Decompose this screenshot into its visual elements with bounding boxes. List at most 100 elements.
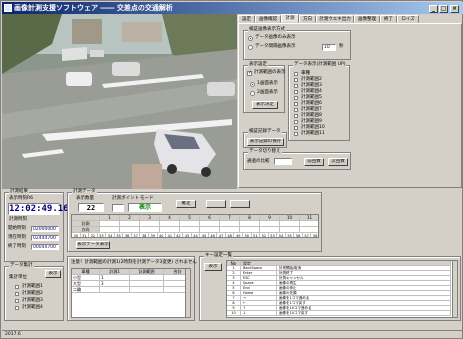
keylist-action[interactable]: 画像を10コマ戻す — [277, 311, 451, 316]
keylist-group: キー設定一覧 表示 No 設定 1 BackSpace 計測開始/取消 2 Enter 計測終… — [199, 253, 461, 321]
two-screen-radio[interactable] — [250, 91, 255, 96]
grid-value-cell: 56 — [294, 233, 303, 237]
close-icon[interactable]: × — [450, 5, 459, 13]
tab-settings[interactable]: 設定 — [238, 15, 255, 23]
display-confirm-button[interactable]: 表示決定 — [252, 101, 278, 109]
keylist-key: ↓ — [241, 311, 277, 316]
time-display: 12:02:49.16 — [8, 203, 69, 215]
measure-data-group: 計測データ 表示数量 22 計測ポイント モード 表示 確定 123456789… — [67, 189, 322, 252]
grid-value-cell: 46 — [208, 233, 218, 237]
range-checkbox-2[interactable] — [294, 78, 298, 82]
disabled-button-1 — [206, 200, 226, 208]
range-checkbox-1[interactable] — [294, 72, 298, 76]
maximize-icon[interactable]: □ — [439, 5, 448, 13]
grid-value-cell: 39 — [148, 233, 158, 237]
tab-exit[interactable]: 終了 — [380, 15, 397, 23]
result-title: 計測結果 — [9, 189, 29, 195]
keylist-grid[interactable]: No 設定 1 BackSpace 計測開始/取消 2 Enter 計測終了 3 ESC 計測キャン… — [226, 260, 458, 318]
video-frame[interactable] — [2, 14, 237, 189]
status-text: 2017.6 — [5, 332, 21, 337]
disabled-button-2 — [230, 200, 250, 208]
count-label-4: 計測範囲4 — [22, 305, 43, 310]
measure-range-checkbox[interactable] — [247, 70, 252, 76]
interval-unit: 秒 — [339, 44, 344, 49]
display-mode-title: 検証画像表示方式 — [248, 27, 286, 33]
start-time-label: 開始時刻 — [8, 226, 26, 231]
summary-cell[interactable]: 二輪 — [72, 287, 100, 293]
range-checkbox-4[interactable] — [294, 90, 298, 94]
tab-image-arrange[interactable]: 画像整理 — [354, 15, 380, 23]
grid-value-cell: 35 — [114, 233, 124, 237]
data-list-button[interactable]: 表示データ表示 — [76, 241, 110, 249]
grid-value-cell: 54 — [277, 233, 286, 237]
keylist-no: 10 — [227, 311, 241, 316]
range-checkbox-3[interactable] — [294, 84, 298, 88]
tab-export[interactable]: 計測ウエキ出力 — [316, 15, 354, 23]
keylist-scrollbar[interactable] — [452, 261, 457, 317]
grid-value-cell: 31 — [80, 233, 90, 237]
prev-button[interactable]: 前回数 — [304, 158, 324, 166]
count-checkbox-4[interactable] — [15, 306, 19, 310]
grid-value-cell: 55 — [285, 233, 295, 237]
count-checkbox-1[interactable] — [15, 285, 19, 289]
app-icon — [4, 4, 12, 12]
range-checkbox-8[interactable] — [294, 114, 298, 118]
save-record-button[interactable]: 表示記録の保存 — [247, 138, 284, 146]
grid-value-cell: 50 — [243, 233, 252, 237]
tab-direction[interactable]: 方向 — [299, 15, 316, 23]
time-label: 表示時刻R6 — [9, 196, 33, 201]
summary-scrollbar[interactable] — [185, 269, 190, 317]
display-opt1-radio[interactable] — [248, 36, 253, 41]
record-file-group: 検証記録データ 表示記録の保存 — [243, 129, 287, 148]
keylist-display-button[interactable]: 表示 — [204, 263, 222, 271]
grid-value-cell: 51 — [251, 233, 261, 237]
window-title: 画像計測支援ソフトウェア ―― 交差点の交通解析 — [14, 4, 173, 12]
mode-label: モード — [140, 196, 154, 201]
measure-point-label: 計測ポイント — [112, 196, 139, 201]
display-opt2-radio[interactable] — [248, 45, 253, 50]
data-count-title: データ集計 — [9, 263, 34, 269]
one-screen-label: 1画面表示 — [257, 81, 278, 86]
main-window: 画像計測支援ソフトウェア ―― 交差点の交通解析 _ □ × 設定 画像確認 計… — [0, 0, 463, 339]
tab-measure[interactable]: 計測 — [281, 14, 299, 23]
data-display-title: データ表示(計測範囲 UP) — [293, 62, 347, 68]
grid-value-cell: 53 — [268, 233, 278, 237]
count-checkbox-2[interactable] — [15, 292, 19, 296]
interval-field[interactable]: 10 — [322, 44, 336, 51]
end-time-field: 00044700 — [31, 244, 59, 250]
current-time-label: 現在時刻 — [8, 235, 26, 240]
measure-range-label: 計測範囲の表示 — [254, 70, 286, 75]
next-button[interactable]: 次回数 — [328, 158, 348, 166]
tab-image-check[interactable]: 画像確認 — [255, 15, 281, 23]
note-text: 注意！計測範囲の計測1(2時刻を計測データ3変更) されません — [71, 260, 197, 265]
grid-value-cell: 48 — [225, 233, 235, 237]
tab-size[interactable]: ロイズ — [397, 15, 419, 23]
summary-grid[interactable]: 車種 計測1 計測範囲 合計 小型 1 大型 3 二輪 — [71, 268, 191, 318]
one-screen-radio[interactable] — [250, 82, 255, 87]
grid-value-cell: 37 — [131, 233, 141, 237]
range-checkbox-10[interactable] — [294, 126, 298, 130]
count-display-button[interactable]: 表示 — [45, 270, 61, 278]
status-bar: 2017.6 — [2, 330, 463, 339]
switch-field[interactable] — [274, 158, 292, 165]
measure-grid[interactable]: 1234567891011計測方向車種303132333435363738394… — [71, 214, 319, 238]
range-checkbox-11[interactable] — [294, 132, 298, 136]
minimize-icon[interactable]: _ — [429, 5, 438, 13]
grid-value-cell: 40 — [157, 233, 167, 237]
sub-time-title: 計測時刻 — [9, 217, 27, 222]
measure-point-field[interactable] — [112, 204, 124, 212]
range-checkbox-5[interactable] — [294, 96, 298, 100]
confirm-button[interactable]: 確定 — [176, 200, 196, 208]
range-checkbox-9[interactable] — [294, 120, 298, 124]
grid-value-cell: 32 — [89, 233, 98, 237]
summary-cell[interactable] — [100, 287, 130, 293]
count-label-3: 計測範囲3 — [22, 298, 43, 303]
two-screen-label: 2画面表示 — [257, 90, 278, 95]
summary-cell[interactable] — [130, 287, 164, 293]
bottom-area: 計測結果 表示時刻R6 12:02:49.16 計測時刻 開始時刻 020000… — [2, 189, 463, 329]
count-checkbox-3[interactable] — [15, 299, 19, 303]
range-checkbox-7[interactable] — [294, 108, 298, 112]
grid-value-cell: 33 — [97, 233, 107, 237]
switch-label: 通過の比較 — [247, 159, 270, 164]
range-checkbox-6[interactable] — [294, 102, 298, 106]
